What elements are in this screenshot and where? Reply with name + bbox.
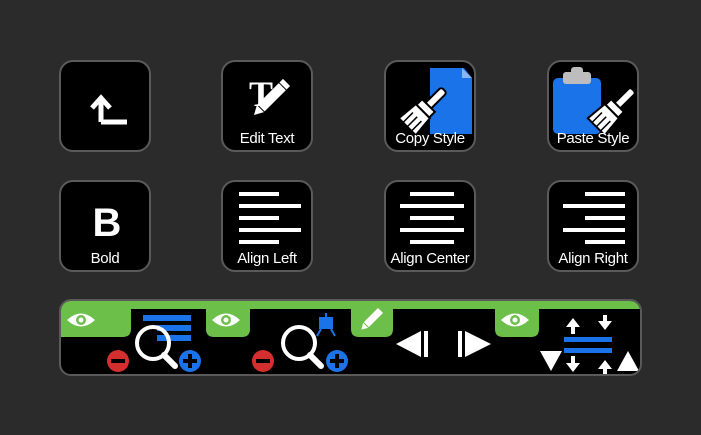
bold-glyph: B <box>93 201 122 245</box>
copy-style-button[interactable]: Copy Style <box>384 60 476 152</box>
spacing-icon[interactable] <box>564 315 612 374</box>
zoom-object-segment <box>206 301 348 372</box>
zoom-in-icon[interactable] <box>326 350 348 372</box>
align-right-label: Align Right <box>558 250 628 267</box>
align-left-button[interactable]: Align Left <box>221 180 313 272</box>
control-strip <box>59 299 642 376</box>
easel-icon <box>316 313 336 337</box>
zoom-out-icon[interactable] <box>252 350 274 372</box>
bold-button[interactable]: B Bold <box>59 180 151 272</box>
eye-icon[interactable] <box>61 301 131 337</box>
eye-icon[interactable] <box>495 301 539 337</box>
magnifier-icon <box>135 325 178 369</box>
align-left-label: Align Left <box>237 250 297 267</box>
edit-text-label: Edit Text <box>239 130 295 147</box>
copy-style-label: Copy Style <box>395 130 465 147</box>
previous-icon[interactable] <box>396 331 428 357</box>
decrease-triangle-icon[interactable] <box>540 351 562 371</box>
zoom-text-segment <box>61 301 201 372</box>
align-right-button[interactable]: Align Right <box>547 180 639 272</box>
eye-icon[interactable] <box>206 301 250 337</box>
edit-text-button[interactable]: T Edit Text <box>221 60 313 152</box>
align-center-button[interactable]: Align Center <box>384 180 476 272</box>
navigate-segment <box>351 301 491 357</box>
spacing-segment <box>495 301 639 374</box>
zoom-in-icon[interactable] <box>179 350 201 372</box>
zoom-out-icon[interactable] <box>107 350 129 372</box>
corner-up-arrow-icon <box>90 94 127 125</box>
magnifier-icon <box>281 325 324 369</box>
align-center-label: Align Center <box>390 250 470 267</box>
next-icon[interactable] <box>458 331 491 357</box>
pencil-icon[interactable] <box>351 301 393 337</box>
increase-triangle-icon[interactable] <box>617 351 639 371</box>
back-button[interactable] <box>59 60 151 152</box>
bold-label: Bold <box>90 250 120 267</box>
paste-style-label: Paste Style <box>556 130 630 147</box>
paste-style-button[interactable]: Paste Style <box>547 60 639 152</box>
